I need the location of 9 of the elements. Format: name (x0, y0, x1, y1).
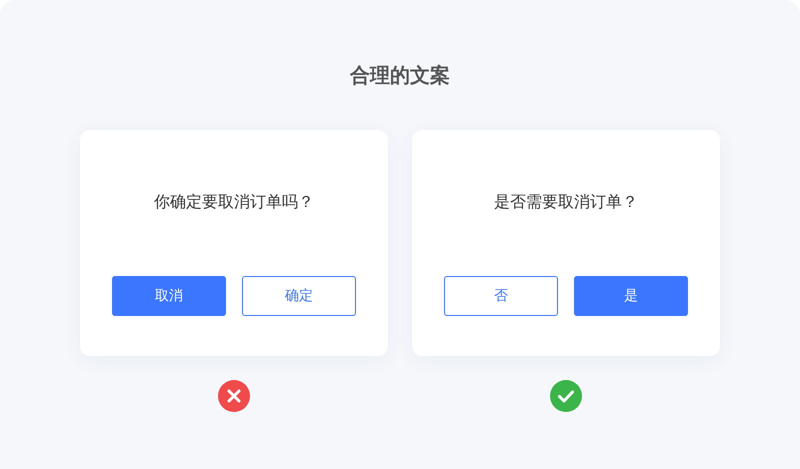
page-title: 合理的文案 (350, 62, 450, 89)
check-icon (550, 380, 582, 412)
close-icon (218, 380, 250, 412)
dialog-question: 是否需要取消订单？ (494, 191, 638, 213)
dialog-button[interactable]: 是 (574, 276, 688, 316)
dialog-button[interactable]: 否 (444, 276, 558, 316)
dialog-button[interactable]: 取消 (112, 276, 226, 316)
dialog-button[interactable]: 确定 (242, 276, 356, 316)
dialog-question: 你确定要取消订单吗？ (154, 191, 314, 213)
